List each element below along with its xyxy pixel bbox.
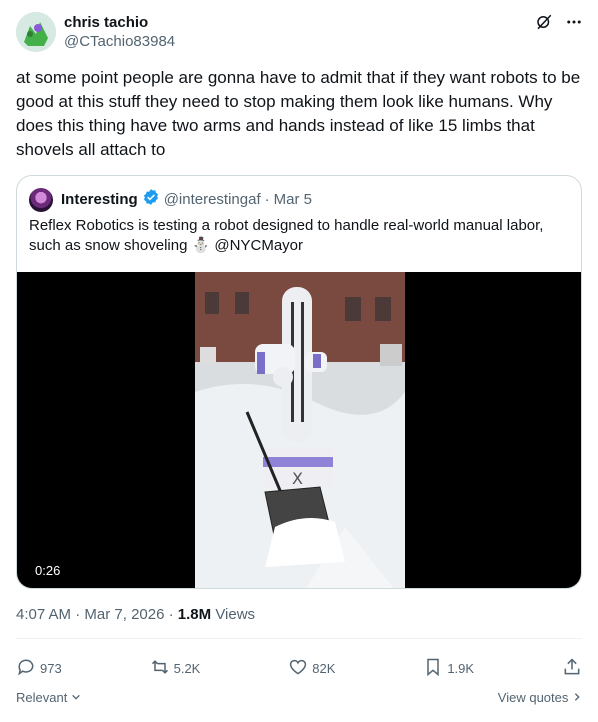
repost-icon [150,657,170,680]
share-button[interactable] [562,657,582,680]
sort-label: Relevant [16,690,68,705]
quoted-author-name[interactable]: Interesting [61,190,138,210]
quoted-video-player[interactable]: X 0:26 [17,272,581,588]
quoted-separator: · [264,191,270,208]
bookmark-count: 1.9K [447,660,475,676]
tweet-date[interactable]: Mar 7, 2026 [84,606,164,623]
quoted-tweet-text: Reflex Robotics is testing a robot desig… [29,217,544,254]
meta-separator-1: · [75,606,81,623]
repost-button[interactable]: 5.2K [150,657,201,680]
tweet-meta: 4:07 AM · Mar 7, 2026 · 1.8M Views [16,605,255,625]
author-name[interactable]: chris tachio [64,13,175,32]
quoted-tweet-card[interactable]: Interesting @interestingaf · Mar 5 Refle… [16,175,582,589]
grok-icon[interactable] [534,12,554,32]
quoted-tweet-header: Interesting @interestingaf · Mar 5 [29,188,312,212]
more-options-icon[interactable] [564,12,584,32]
quoted-date[interactable]: Mar 5 [274,190,312,210]
views-label: Views [215,606,256,623]
view-quotes-label: View quotes [497,690,569,705]
replies-footer: Relevant View quotes [16,690,582,705]
verified-badge-icon [142,188,160,212]
video-thumbnail[interactable]: X [195,272,405,588]
author-block[interactable]: chris tachio @CTachio83984 [64,13,175,52]
chevron-right-icon [572,690,582,705]
tweet-time[interactable]: 4:07 AM [16,606,71,623]
author-avatar[interactable] [16,12,56,52]
quoted-author-handle[interactable]: @interestingaf [164,190,261,210]
svg-text:X: X [292,469,303,488]
chevron-down-icon [71,690,81,705]
bookmark-icon [423,657,443,680]
bookmark-button[interactable]: 1.9K [423,657,474,680]
author-handle[interactable]: @CTachio83984 [64,32,175,52]
tweet-top-actions [534,12,584,32]
meta-separator-2: · [168,606,174,623]
video-duration: 0:26 [29,561,67,580]
share-icon [562,657,582,680]
reply-icon [16,657,36,680]
quoted-author-avatar[interactable] [29,188,53,212]
sort-replies-dropdown[interactable]: Relevant [16,690,81,705]
reply-button[interactable]: 973 [16,657,62,680]
tweet-text: at some point people are gonna have to a… [16,68,581,159]
heart-icon [288,657,308,680]
like-count: 82K [312,660,336,676]
like-button[interactable]: 82K [288,657,335,680]
divider-top [16,638,582,639]
repost-count: 5.2K [173,660,201,676]
reply-count: 973 [40,660,62,676]
views-count: 1.8M [177,606,212,623]
view-quotes-link[interactable]: View quotes [498,690,582,705]
tweet-actions-bar: 973 5.2K 82K 1.9K [16,656,582,680]
